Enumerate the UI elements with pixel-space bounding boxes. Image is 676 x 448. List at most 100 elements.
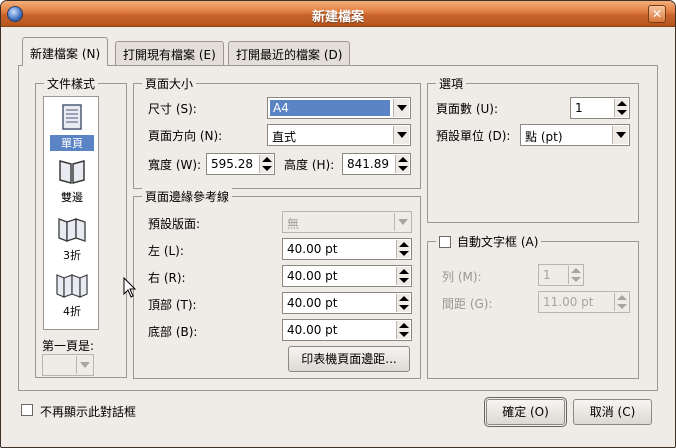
height-spinner[interactable]: 841.89 — [342, 153, 411, 175]
increment-icon[interactable] — [399, 323, 409, 328]
cancel-button[interactable]: 取消 (C) — [573, 399, 652, 425]
orientation-select[interactable]: 直式 — [267, 124, 411, 146]
gap-spinner[interactable]: 11.00 pt — [538, 291, 630, 313]
first-page-label: 第一頁是: — [42, 339, 95, 353]
decrement-icon[interactable] — [617, 110, 627, 115]
preset-layout-value: 無 — [287, 217, 300, 231]
increment-icon[interactable] — [262, 157, 272, 162]
decrement-icon[interactable] — [399, 305, 409, 310]
page-size-title: 頁面大小 — [142, 75, 197, 92]
increment-icon[interactable] — [398, 157, 408, 162]
page-count-label: 頁面數 (U): — [436, 102, 499, 116]
margin-bottom-spinner[interactable]: 40.00 pt — [282, 319, 412, 341]
mouse-cursor-icon — [123, 277, 137, 298]
size-select[interactable]: A4 — [267, 97, 411, 119]
four-fold-icon — [56, 274, 88, 298]
printer-margins-button[interactable]: 印表機頁面邊距... — [288, 346, 410, 372]
chevron-down-icon — [76, 356, 92, 374]
increment-icon[interactable] — [571, 268, 581, 273]
chevron-down-icon — [394, 213, 410, 231]
margin-top-spinner[interactable]: 40.00 pt — [282, 292, 412, 314]
facing-pages-icon — [59, 160, 85, 184]
margin-bottom-value: 40.00 pt — [287, 323, 338, 337]
document-style-group: 文件樣式 單頁 雙邊 3折 4折 第一頁是: — [35, 75, 127, 378]
tab-new-document[interactable]: 新建檔案 (N) — [22, 37, 109, 66]
margin-right-spinner[interactable]: 40.00 pt — [282, 265, 412, 287]
size-value: A4 — [270, 100, 390, 116]
margin-guides-title: 頁面邊緣參考線 — [142, 188, 233, 205]
dont-show-again-checkbox[interactable] — [21, 404, 33, 416]
decrement-icon[interactable] — [399, 278, 409, 283]
preset-layout-label: 預設版面: — [148, 217, 201, 231]
style-single-page-label: 單頁 — [50, 135, 94, 151]
style-three-fold[interactable]: 3折 — [44, 215, 98, 263]
style-four-fold-label: 4折 — [63, 305, 81, 318]
window-title: 新建檔案 — [311, 10, 364, 25]
decrement-icon[interactable] — [399, 332, 409, 337]
auto-text-frame-label: 自動文字框 (A) — [457, 235, 539, 249]
style-four-fold[interactable]: 4折 — [44, 271, 98, 319]
decrement-icon[interactable] — [398, 166, 408, 171]
document-style-title: 文件樣式 — [44, 75, 99, 92]
new-document-panel: 文件樣式 單頁 雙邊 3折 4折 第一頁是: 頁面大小 尺寸 (S): A4 頁… — [18, 65, 658, 391]
increment-icon[interactable] — [399, 296, 409, 301]
auto-text-frame-checkbox[interactable] — [439, 235, 451, 248]
columns-spinner[interactable]: 1 — [538, 264, 584, 286]
size-label: 尺寸 (S): — [148, 102, 197, 116]
close-icon: ✕ — [651, 7, 663, 21]
options-group: 選項 頁面數 (U): 1 預設單位 (D): 點 (pt) — [427, 75, 639, 223]
title-bar[interactable]: 新建檔案 ✕ — [1, 1, 675, 27]
gap-label: 間距 (G): — [442, 297, 493, 311]
margin-right-label: 右 (R): — [148, 271, 186, 285]
tab-open-existing[interactable]: 打開現有檔案 (E) — [115, 41, 224, 65]
columns-label: 列 (M): — [442, 270, 482, 284]
document-style-list[interactable]: 單頁 雙邊 3折 4折 — [43, 96, 99, 330]
style-facing-pages-label: 雙邊 — [61, 191, 83, 204]
page-count-value: 1 — [575, 101, 583, 115]
auto-text-frame-header: 自動文字框 (A) — [436, 233, 542, 250]
gap-value: 11.00 pt — [543, 295, 594, 309]
style-three-fold-label: 3折 — [63, 249, 81, 262]
single-page-icon — [62, 104, 82, 130]
increment-icon[interactable] — [617, 101, 627, 106]
chevron-down-icon — [393, 99, 409, 117]
margin-top-value: 40.00 pt — [287, 296, 338, 310]
dont-show-again-label: 不再顯示此對話框 — [40, 405, 137, 419]
margin-guides-group: 頁面邊緣參考線 預設版面: 無 左 (L): 40.00 pt 右 (R): 4… — [133, 188, 421, 379]
default-unit-select[interactable]: 點 (pt) — [520, 124, 630, 146]
margin-left-label: 左 (L): — [148, 244, 184, 258]
orientation-value: 直式 — [272, 130, 297, 144]
margin-left-value: 40.00 pt — [287, 242, 338, 256]
chevron-down-icon — [393, 126, 409, 144]
page-count-spinner[interactable]: 1 — [570, 97, 630, 119]
auto-text-frame-group: 自動文字框 (A) 列 (M): 1 間距 (G): 11.00 pt — [427, 233, 639, 379]
decrement-icon[interactable] — [571, 277, 581, 282]
decrement-icon[interactable] — [399, 251, 409, 256]
width-spinner[interactable]: 595.28 — [206, 153, 275, 175]
tab-open-recent[interactable]: 打開最近的檔案 (D) — [228, 41, 351, 65]
chevron-down-icon — [612, 126, 628, 144]
options-title: 選項 — [436, 75, 467, 92]
three-fold-icon — [58, 218, 86, 242]
preset-layout-select[interactable]: 無 — [282, 211, 412, 233]
style-single-page[interactable]: 單頁 — [44, 103, 98, 151]
default-unit-label: 預設單位 (D): — [436, 129, 511, 143]
style-facing-pages[interactable]: 雙邊 — [44, 157, 98, 205]
increment-icon[interactable] — [399, 242, 409, 247]
decrement-icon[interactable] — [262, 166, 272, 171]
margin-left-spinner[interactable]: 40.00 pt — [282, 238, 412, 260]
margin-bottom-label: 底部 (B): — [148, 325, 198, 339]
page-size-group: 頁面大小 尺寸 (S): A4 頁面方向 (N): 直式 寬度 (W): 595… — [133, 75, 421, 189]
new-document-dialog: 新建檔案 ✕ 新建檔案 (N) 打開現有檔案 (E) 打開最近的檔案 (D) 文… — [0, 0, 676, 448]
width-value: 595.28 — [211, 157, 253, 171]
close-button[interactable]: ✕ — [648, 5, 666, 23]
height-label: 高度 (H): — [284, 158, 335, 172]
margin-top-label: 頂部 (T): — [148, 298, 197, 312]
increment-icon[interactable] — [399, 269, 409, 274]
decrement-icon[interactable] — [617, 304, 627, 309]
height-value: 841.89 — [347, 157, 389, 171]
increment-icon[interactable] — [617, 295, 627, 300]
ok-button[interactable]: 確定 (O) — [484, 397, 567, 427]
columns-value: 1 — [543, 268, 551, 282]
first-page-select[interactable] — [42, 354, 94, 376]
